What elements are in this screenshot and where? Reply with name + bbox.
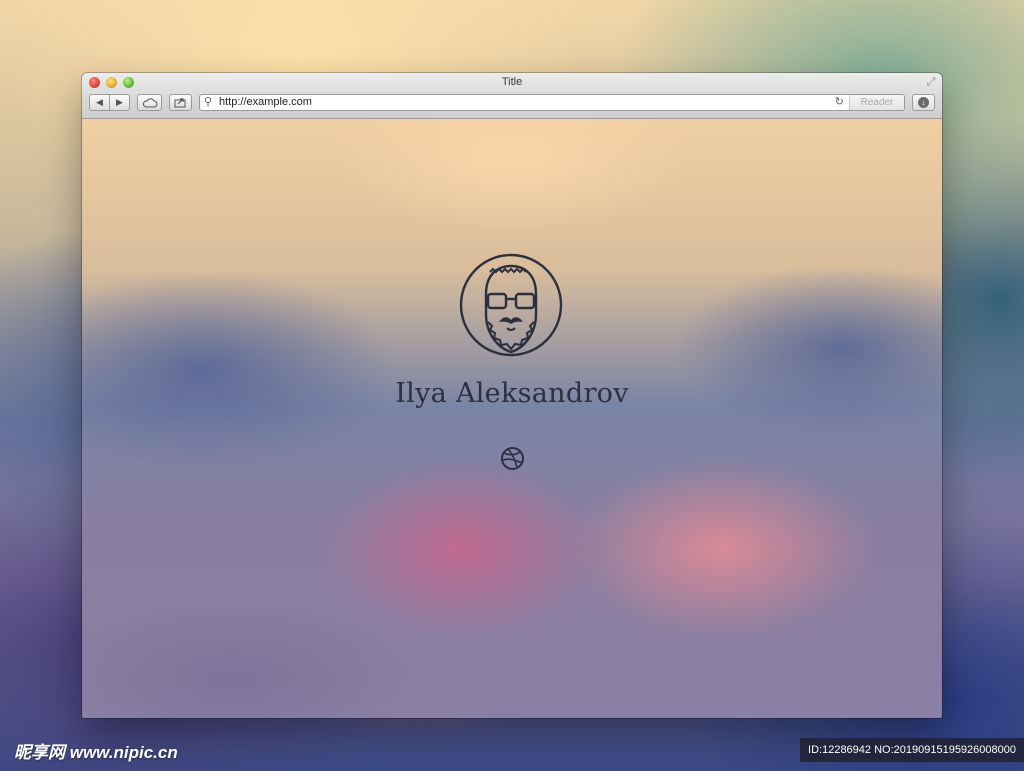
dribbble-icon[interactable] (500, 446, 525, 471)
back-button[interactable]: ◀ (89, 94, 110, 111)
address-bar[interactable]: ⚲ http://example.com ↻ Reader (199, 94, 905, 111)
reload-icon[interactable]: ↻ (835, 95, 844, 110)
forward-arrow-icon: ▶ (116, 97, 123, 107)
bearded-man-avatar-icon (459, 253, 563, 357)
icloud-tabs-button[interactable] (137, 94, 162, 111)
download-icon: ↓ (918, 97, 929, 108)
watermark-site: 昵享网 www.nipic.cn (14, 743, 178, 762)
page-content: Ilya Aleksandrov (82, 119, 942, 718)
url-text[interactable]: http://example.com (219, 95, 312, 110)
watermark-id: ID:12286942 NO:20190915195926008000 (800, 738, 1024, 762)
profile-name: Ilya Aleksandrov (395, 378, 629, 409)
share-button[interactable] (169, 94, 192, 111)
browser-window: Title ⤢ ◀ ▶ ⚲ http://example.com ↻ Reade… (82, 73, 942, 718)
reader-button[interactable]: Reader (849, 95, 904, 110)
share-icon (174, 98, 186, 108)
link-icon: ⚲ (204, 96, 213, 108)
forward-button[interactable]: ▶ (109, 94, 130, 111)
icloud-tabs-icon (142, 97, 157, 107)
back-arrow-icon: ◀ (96, 97, 103, 107)
downloads-button[interactable]: ↓ (912, 94, 935, 111)
window-title: Title (501, 76, 523, 88)
fullscreen-icon[interactable]: ⤢ (925, 76, 937, 88)
browser-toolbar: Title ⤢ ◀ ▶ ⚲ http://example.com ↻ Reade… (82, 73, 942, 119)
